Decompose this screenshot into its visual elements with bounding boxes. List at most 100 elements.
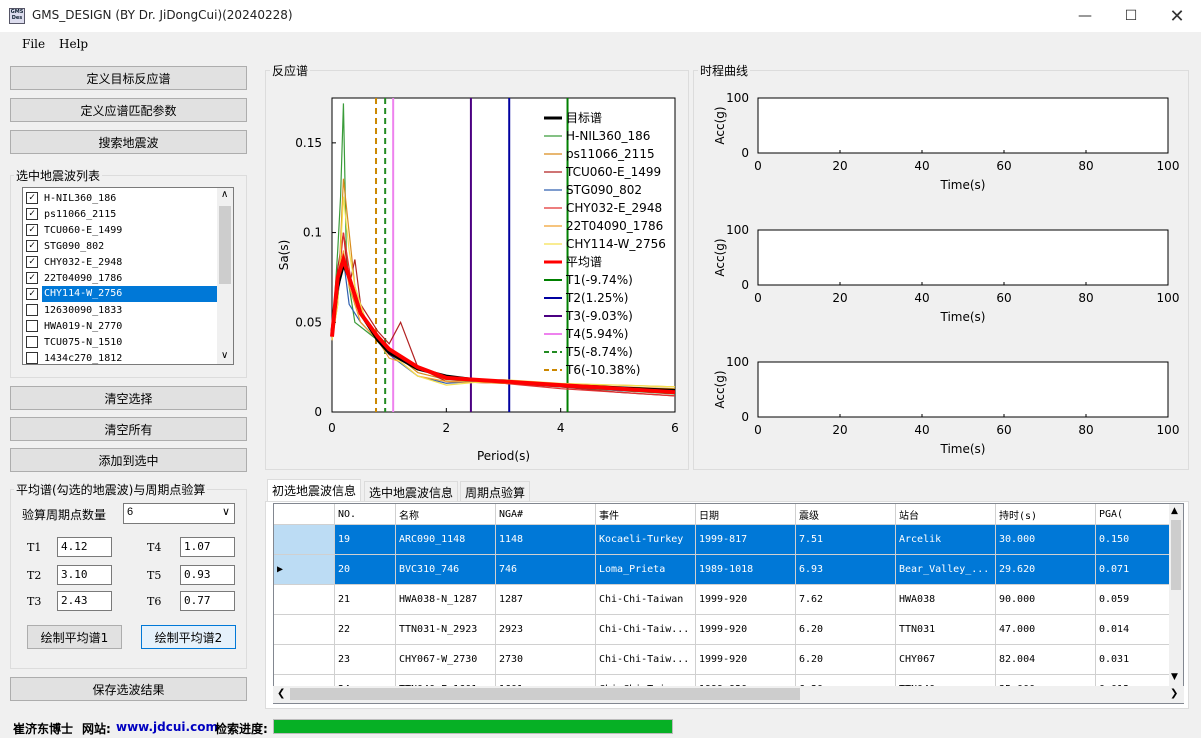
table-cell[interactable]: 90.000 xyxy=(996,585,1096,615)
table-vertical-scrollbar[interactable]: ▲ ▼ xyxy=(1169,504,1183,686)
table-cell[interactable]: BVC310_746 xyxy=(396,555,496,585)
table-cell[interactable]: Chi-Chi-Taiwan xyxy=(596,585,696,615)
table-cell[interactable]: CHY067-W_2730 xyxy=(396,645,496,675)
table-cell[interactable]: 20 xyxy=(335,555,396,585)
wave-list-item[interactable]: ✓ 22T04090_1786 xyxy=(24,270,218,286)
search-waves-button[interactable]: 搜索地震波 xyxy=(10,130,247,154)
column-header[interactable]: 震级 xyxy=(796,504,896,525)
table-cell[interactable]: Chi-Chi-Taiw... xyxy=(596,615,696,645)
wave-list-scroll-thumb[interactable] xyxy=(219,206,231,284)
wave-checkbox[interactable]: ✓ xyxy=(26,208,38,220)
column-header[interactable]: 持时(s) xyxy=(996,504,1096,525)
table-cell[interactable]: 1999-920 xyxy=(696,615,796,645)
wave-checkbox[interactable]: ✓ xyxy=(26,272,38,284)
wave-checkbox[interactable]: ✓ xyxy=(26,192,38,204)
scroll-up-icon[interactable]: ∧ xyxy=(221,189,228,200)
table-cell[interactable]: 1989-1018 xyxy=(696,555,796,585)
table-cell[interactable]: 23 xyxy=(335,645,396,675)
define-matching-params-button[interactable]: 定义应谱匹配参数 xyxy=(10,98,247,122)
table-cell[interactable]: 47.000 xyxy=(996,615,1096,645)
scroll-down-icon[interactable]: ▼ xyxy=(1171,672,1178,682)
define-target-spectrum-button[interactable]: 定义目标反应谱 xyxy=(10,66,247,90)
scroll-left-icon[interactable]: ❮ xyxy=(277,688,285,699)
period-input-t4[interactable]: 1.07 xyxy=(180,537,235,557)
table-cell[interactable]: 1999-817 xyxy=(696,525,796,555)
tab-selected-waves[interactable]: 选中地震波信息 xyxy=(364,481,459,501)
wave-list-item[interactable]: ✓ STG090_802 xyxy=(24,238,218,254)
horizontal-scroll-thumb[interactable] xyxy=(290,688,800,700)
table-cell[interactable]: 7.62 xyxy=(796,585,896,615)
tab-period-check[interactable]: 周期点验算 xyxy=(460,481,531,501)
save-results-button[interactable]: 保存选波结果 xyxy=(10,677,247,701)
wave-list-item[interactable]: ✓ CHY114-W_2756 xyxy=(24,286,218,302)
scroll-down-icon[interactable]: ∨ xyxy=(221,350,228,361)
table-cell[interactable]: 6.93 xyxy=(796,555,896,585)
period-input-t5[interactable]: 0.93 xyxy=(180,565,235,585)
wave-checkbox[interactable]: ✓ xyxy=(26,240,38,252)
row-header[interactable] xyxy=(274,585,335,615)
table-cell[interactable]: Chi-Chi-Taiw... xyxy=(596,645,696,675)
row-header[interactable] xyxy=(274,525,335,555)
wave-checkbox[interactable] xyxy=(26,320,38,332)
add-to-selected-button[interactable]: 添加到选中 xyxy=(10,448,247,472)
wave-list-item[interactable]: TCU075-N_1510 xyxy=(24,334,218,350)
table-cell[interactable]: 19 xyxy=(335,525,396,555)
table-cell[interactable]: 2730 xyxy=(496,645,596,675)
column-header[interactable]: 日期 xyxy=(696,504,796,525)
wave-checkbox[interactable] xyxy=(26,336,38,348)
row-header[interactable]: ▶ xyxy=(274,555,335,585)
wave-list-item[interactable]: ✓ H-NIL360_186 xyxy=(24,190,218,206)
site-link[interactable]: www.jdcui.com xyxy=(116,720,218,734)
period-count-select[interactable]: 6 ∨ xyxy=(123,503,235,524)
column-header[interactable]: 站台 xyxy=(896,504,996,525)
scroll-up-icon[interactable]: ▲ xyxy=(1171,506,1178,516)
wave-list-item[interactable]: ✓ TCU060-E_1499 xyxy=(24,222,218,238)
table-cell[interactable]: HWA038-N_1287 xyxy=(396,585,496,615)
table-cell[interactable]: Loma_Prieta xyxy=(596,555,696,585)
draw-average-1-button[interactable]: 绘制平均谱1 xyxy=(27,625,122,649)
close-icon[interactable]: ✕ xyxy=(1154,0,1200,32)
wave-checkbox[interactable]: ✓ xyxy=(26,256,38,268)
table-cell[interactable]: 1287 xyxy=(496,585,596,615)
horizontal-scrollbar[interactable]: ❮ ❯ xyxy=(273,686,1184,703)
wave-checkbox[interactable]: ✓ xyxy=(26,288,38,300)
wave-checkbox[interactable]: ✓ xyxy=(26,224,38,236)
clear-selection-button[interactable]: 清空选择 xyxy=(10,386,247,410)
table-cell[interactable]: TTN031 xyxy=(896,615,996,645)
menu-file[interactable]: File xyxy=(22,37,45,51)
period-input-t1[interactable]: 4.12 xyxy=(57,537,112,557)
column-header[interactable]: NGA# xyxy=(496,504,596,525)
table-cell[interactable]: 1148 xyxy=(496,525,596,555)
wave-checkbox[interactable] xyxy=(26,352,38,364)
table-cell[interactable]: HWA038 xyxy=(896,585,996,615)
table-cell[interactable]: 30.000 xyxy=(996,525,1096,555)
period-input-t2[interactable]: 3.10 xyxy=(57,565,112,585)
vertical-scroll-thumb[interactable] xyxy=(1171,520,1181,590)
wave-list-item[interactable]: ✓ ps11066_2115 xyxy=(24,206,218,222)
table-cell[interactable]: 746 xyxy=(496,555,596,585)
wave-list-item[interactable]: 1434c270_1812 xyxy=(24,350,218,364)
period-input-t3[interactable]: 2.43 xyxy=(57,591,112,611)
table-cell[interactable]: 82.004 xyxy=(996,645,1096,675)
column-header[interactable]: 名称 xyxy=(396,504,496,525)
column-header[interactable]: 事件 xyxy=(596,504,696,525)
table-cell[interactable]: Kocaeli-Turkey xyxy=(596,525,696,555)
table-cell[interactable]: CHY067 xyxy=(896,645,996,675)
wave-list-item[interactable]: ✓ CHY032-E_2948 xyxy=(24,254,218,270)
table-cell[interactable]: 2923 xyxy=(496,615,596,645)
table-cell[interactable]: 6.20 xyxy=(796,645,896,675)
table-cell[interactable]: ARC090_1148 xyxy=(396,525,496,555)
minimize-icon[interactable]: — xyxy=(1062,0,1108,32)
clear-all-button[interactable]: 清空所有 xyxy=(10,417,247,441)
table-cell[interactable]: 22 xyxy=(335,615,396,645)
table-cell[interactable]: 7.51 xyxy=(796,525,896,555)
draw-average-2-button[interactable]: 绘制平均谱2 xyxy=(141,625,236,649)
table-cell[interactable]: Arcelik xyxy=(896,525,996,555)
wave-list[interactable]: ✓ H-NIL360_186 ✓ ps11066_2115 ✓ TCU060-E_1499… xyxy=(22,187,234,365)
table-cell[interactable]: TTN031-N_2923 xyxy=(396,615,496,645)
tab-initial-waves[interactable]: 初选地震波信息 xyxy=(267,479,362,502)
column-header[interactable]: NO. xyxy=(335,504,396,525)
table-cell[interactable]: 29.620 xyxy=(996,555,1096,585)
period-input-t6[interactable]: 0.77 xyxy=(180,591,235,611)
maximize-icon[interactable]: ☐ xyxy=(1108,0,1154,32)
